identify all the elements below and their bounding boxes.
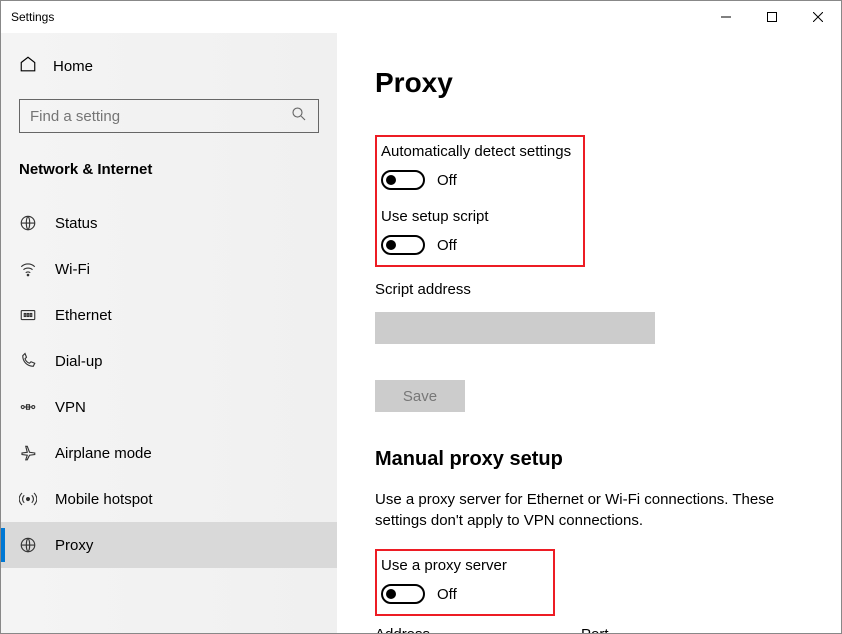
sidebar-item-ethernet[interactable]: Ethernet xyxy=(1,292,337,338)
address-label: Address xyxy=(375,626,545,633)
minimize-button[interactable] xyxy=(703,1,749,33)
setup-script-state: Off xyxy=(437,237,457,254)
port-label: Port xyxy=(581,626,661,633)
script-address-input[interactable] xyxy=(375,312,655,344)
highlight-auto-setup: Automatically detect settings Off Use se… xyxy=(375,135,585,267)
auto-detect-toggle[interactable] xyxy=(381,170,425,190)
close-button[interactable] xyxy=(795,1,841,33)
save-button[interactable]: Save xyxy=(375,380,465,412)
home-icon xyxy=(19,55,37,77)
ethernet-icon xyxy=(19,306,37,324)
status-icon xyxy=(19,214,37,232)
sidebar-item-wifi[interactable]: Wi-Fi xyxy=(1,246,337,292)
search-icon xyxy=(290,105,308,128)
setup-script-label: Use setup script xyxy=(381,208,573,225)
auto-detect-state: Off xyxy=(437,172,457,189)
maximize-button[interactable] xyxy=(749,1,795,33)
search-field[interactable] xyxy=(30,108,290,125)
window-title: Settings xyxy=(11,10,54,24)
sidebar-item-airplane[interactable]: Airplane mode xyxy=(1,430,337,476)
sidebar-item-label: Mobile hotspot xyxy=(55,491,153,508)
wifi-icon xyxy=(19,260,37,278)
sidebar-item-label: Dial-up xyxy=(55,353,103,370)
sidebar: Home Network & Internet Status Wi-Fi Eth… xyxy=(1,33,337,633)
sidebar-item-label: VPN xyxy=(55,399,86,416)
manual-heading: Manual proxy setup xyxy=(375,448,819,471)
category-heading: Network & Internet xyxy=(19,161,319,178)
use-proxy-state: Off xyxy=(437,586,457,603)
use-proxy-toggle[interactable] xyxy=(381,584,425,604)
auto-detect-label: Automatically detect settings xyxy=(381,143,573,160)
vpn-icon xyxy=(19,398,37,416)
use-proxy-label: Use a proxy server xyxy=(381,557,543,574)
hotspot-icon xyxy=(19,490,37,508)
setup-script-toggle[interactable] xyxy=(381,235,425,255)
proxy-icon xyxy=(19,536,37,554)
sidebar-item-proxy[interactable]: Proxy xyxy=(1,522,337,568)
sidebar-item-label: Airplane mode xyxy=(55,445,152,462)
highlight-manual-proxy: Use a proxy server Off xyxy=(375,549,555,616)
sidebar-item-hotspot[interactable]: Mobile hotspot xyxy=(1,476,337,522)
main-content: Proxy Automatically detect settings Off … xyxy=(337,33,841,633)
airplane-icon xyxy=(19,444,37,462)
search-input[interactable] xyxy=(19,99,319,133)
sidebar-item-label: Ethernet xyxy=(55,307,112,324)
script-address-label: Script address xyxy=(375,281,819,298)
manual-desc: Use a proxy server for Ethernet or Wi-Fi… xyxy=(375,489,815,531)
sidebar-item-vpn[interactable]: VPN xyxy=(1,384,337,430)
home-link[interactable]: Home xyxy=(19,55,319,77)
sidebar-item-label: Proxy xyxy=(55,537,93,554)
sidebar-item-status[interactable]: Status xyxy=(1,200,337,246)
sidebar-item-label: Status xyxy=(55,215,98,232)
dialup-icon xyxy=(19,352,37,370)
home-label: Home xyxy=(53,58,93,75)
page-title: Proxy xyxy=(375,67,819,99)
sidebar-item-label: Wi-Fi xyxy=(55,261,90,278)
sidebar-item-dialup[interactable]: Dial-up xyxy=(1,338,337,384)
